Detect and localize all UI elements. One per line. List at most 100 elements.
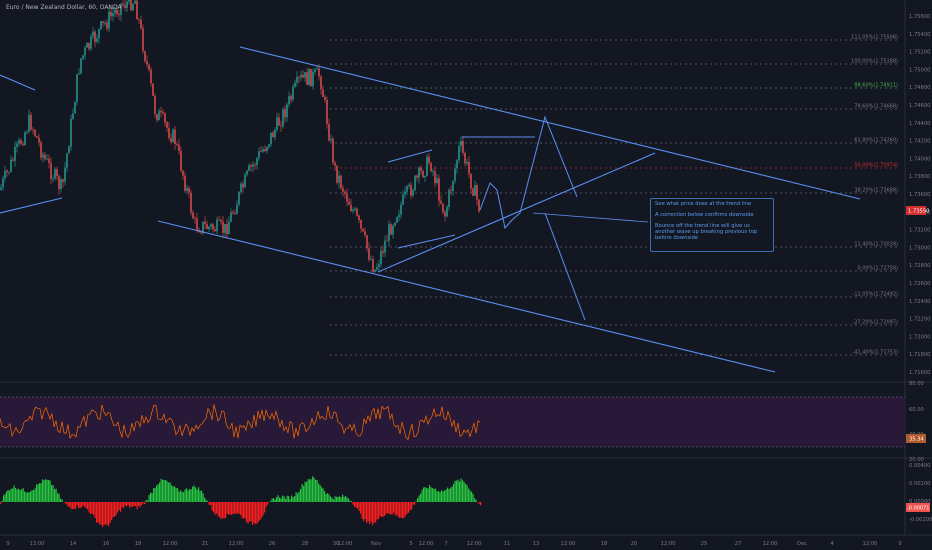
macd-bar: [312, 476, 314, 502]
macd-bar: [424, 487, 426, 502]
macd-bar: [148, 494, 150, 502]
macd-bar: [270, 501, 272, 502]
macd-bar: [390, 502, 392, 515]
chart-title: Euro / New Zealand Dollar, 60, OANDA: [6, 4, 122, 11]
macd-bar: [418, 495, 420, 502]
candle-body: [74, 102, 76, 114]
candle-body: [166, 122, 168, 128]
time-tick-label: 21: [202, 541, 209, 547]
macd-bar: [19, 490, 21, 502]
macd-bar: [156, 485, 158, 502]
candle-body: [458, 145, 460, 161]
macd-bar: [397, 502, 399, 517]
candle-body: [294, 82, 296, 87]
macd-bar: [384, 502, 386, 516]
macd-bar: [154, 487, 156, 502]
macd-bar: [184, 489, 186, 502]
macd-bar: [15, 487, 17, 502]
candle-body: [460, 141, 462, 146]
candle-body: [18, 140, 20, 144]
macd-bar: [25, 492, 27, 502]
macd-bar: [208, 502, 210, 505]
macd-bar: [105, 502, 107, 525]
candle-body: [374, 269, 376, 272]
macd-bar: [204, 497, 206, 502]
macd-bar: [34, 488, 36, 502]
candle-body: [394, 222, 396, 226]
fib-level-label: -11.05%(1.72492): [853, 292, 898, 298]
candle-body: [464, 153, 466, 164]
candle-body: [456, 160, 458, 169]
candle-body: [48, 158, 50, 163]
macd-bar: [333, 499, 335, 502]
candle-body: [406, 186, 408, 192]
macd-bar: [172, 486, 174, 502]
macd-bar: [265, 502, 267, 508]
candle-body: [418, 167, 420, 178]
macd-bar: [408, 502, 410, 513]
price-tick-label: 1.72200: [909, 317, 930, 323]
candle-body: [422, 170, 424, 178]
macd-bar: [246, 502, 248, 523]
candle-body: [16, 143, 18, 147]
candle-body: [112, 13, 114, 17]
fib-level-label: 88.60%(1.74911): [854, 83, 898, 89]
macd-bar: [120, 502, 122, 512]
macd-bar: [162, 479, 164, 502]
candle-body: [428, 156, 430, 163]
candle-body: [148, 64, 150, 70]
candle-body: [186, 188, 188, 191]
candle-body: [122, 3, 124, 5]
candle-body: [262, 149, 264, 152]
price-chart[interactable]: 1.75600 1.75400 1.75200 1.75000 1.74800 1.746…: [0, 0, 932, 550]
candle-body: [8, 171, 10, 173]
time-tick-label: 27: [735, 541, 742, 547]
time-tick-label: Dec: [797, 541, 807, 547]
fib-level-label: 0.00%(1.72758): [858, 266, 899, 272]
macd-bar: [199, 490, 201, 502]
candle-body: [58, 176, 60, 189]
fib-level-label: 38.20%(1.73688): [854, 188, 898, 194]
macd-bar: [288, 496, 290, 502]
time-tick-label: 18: [601, 541, 608, 547]
candle-body: [32, 129, 34, 131]
macd-bar: [370, 502, 372, 522]
macd-bar: [72, 502, 74, 510]
macd-bar: [192, 486, 194, 502]
candle-body: [88, 42, 90, 49]
macd-bar: [301, 484, 303, 502]
macd-bar: [247, 502, 249, 524]
candle-body: [252, 164, 254, 167]
candle-body: [300, 75, 302, 78]
macd-bar: [429, 485, 431, 502]
macd-bar: [409, 502, 411, 511]
macd-bar: [150, 492, 152, 502]
candle-body: [0, 187, 2, 190]
time-tick-label: 12:00: [163, 541, 178, 547]
macd-tick-label: 0.00400: [909, 463, 930, 469]
candle-body: [328, 123, 330, 141]
time-tick-label: 9: [898, 541, 901, 547]
macd-bar: [133, 502, 135, 507]
macd-bar: [372, 502, 374, 526]
macd-bar: [43, 480, 45, 502]
macd-bar: [241, 502, 243, 519]
macd-bar: [108, 502, 110, 526]
macd-bar: [234, 502, 236, 514]
macd-bar: [219, 502, 221, 518]
macd-bar: [432, 488, 434, 502]
candle-body: [276, 117, 278, 130]
candle-body: [362, 228, 364, 232]
candle-body: [146, 60, 148, 65]
candle-body: [268, 144, 270, 147]
fib-level-label: 78.60%(1.74668): [854, 104, 898, 110]
candle-body: [150, 69, 152, 84]
candle-body: [242, 183, 244, 188]
price-tick-label: 1.74400: [909, 121, 930, 127]
macd-bar: [30, 491, 32, 502]
trend-line: [397, 234, 456, 249]
macd-bar: [115, 502, 117, 516]
candle-body: [478, 199, 480, 212]
annotation-3: Bounce off the trend line will give us a…: [655, 223, 758, 241]
candle-body: [470, 173, 472, 189]
